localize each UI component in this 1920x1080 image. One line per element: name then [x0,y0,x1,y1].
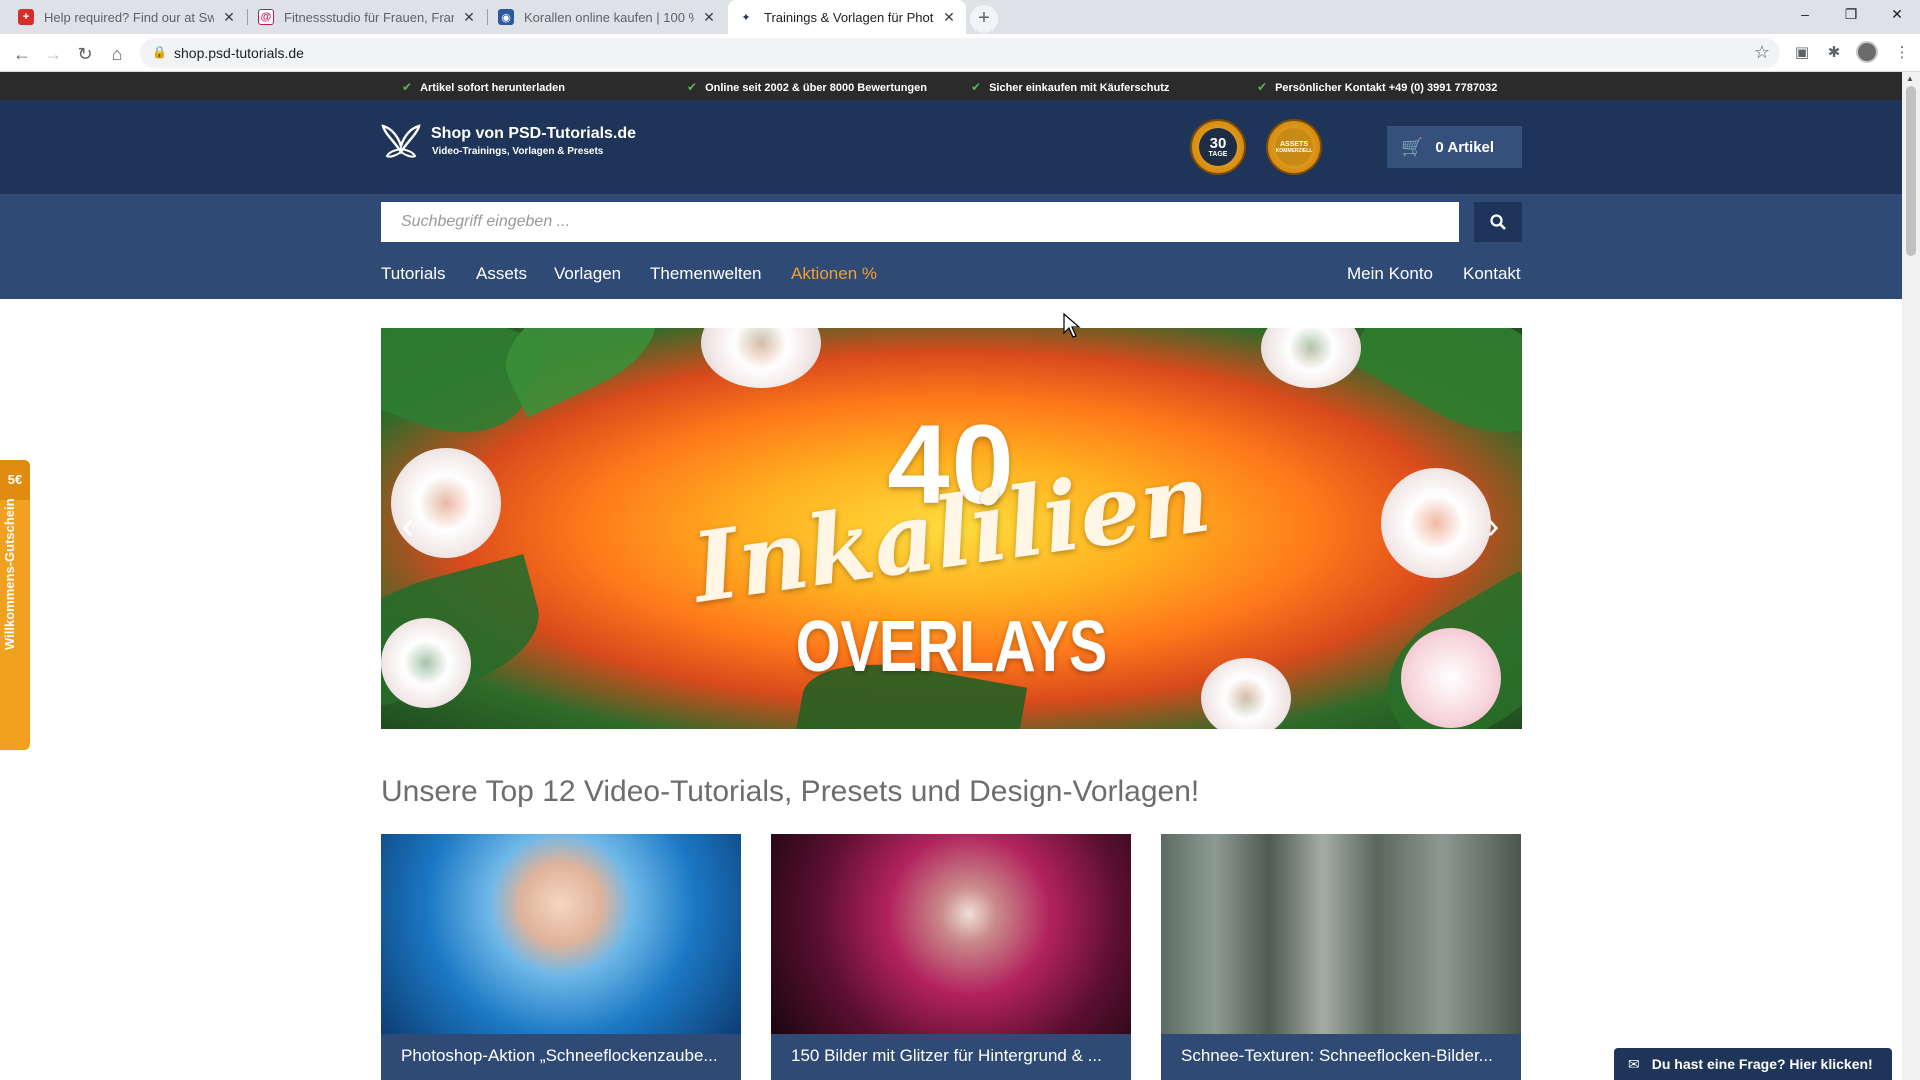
lock-icon: 🔒 [152,45,167,59]
page-scrollbar[interactable]: ▲ [1902,72,1920,1080]
hero-subtitle: OVERLAYS [795,607,1108,687]
lily-decoration [1261,328,1361,388]
fitness-favicon-icon: @ [258,9,274,25]
menu-dots-icon[interactable]: ⋮ [1891,42,1913,64]
url-text: shop.psd-tutorials.de [174,45,304,61]
cart-button[interactable]: 🛒 0 Artikel [1387,126,1522,168]
badge-text: TAGE [1208,151,1228,158]
product-caption[interactable]: Photoshop-Aktion „Schneeflockenzaube... [381,1034,741,1080]
slider-next-arrow-icon[interactable]: › [1478,506,1508,546]
product-caption[interactable]: 150 Bilder mit Glitzer für Hintergrund &… [771,1034,1131,1080]
butterfly-logo-icon[interactable] [381,122,421,160]
nav-tutorials[interactable]: Tutorials [381,264,446,284]
nav-kontakt[interactable]: Kontakt [1463,264,1521,284]
product-card[interactable]: 150 Bilder mit Glitzer für Hintergrund &… [771,834,1131,1080]
slider-prev-arrow-icon[interactable]: ‹ [393,506,423,546]
nav-themenwelten[interactable]: Themenwelten [650,264,762,284]
hero-slider[interactable]: 40 Inkalilien OVERLAYS ‹ › [381,328,1522,729]
browser-tab-4-active[interactable]: ✦ Trainings & Vorlagen für Photosh ✕ [728,0,966,34]
lily-decoration [1401,628,1501,728]
cart-icon: 🛒 [1401,136,1424,157]
scroll-up-arrow-icon[interactable]: ▲ [1906,74,1914,83]
product-card[interactable]: Photoshop-Aktion „Schneeflockenzaube... [381,834,741,1080]
usp-item: ✔ Persönlicher Kontakt +49 (0) 3991 77870… [1257,80,1497,94]
checkmark-icon: ✔ [402,80,413,94]
tab-title: Trainings & Vorlagen für Photosh [764,9,934,25]
profile-avatar[interactable] [1856,41,1878,63]
browser-toolbar: ← → ↻ ⌂ 🔒 shop.psd-tutorials.de ☆ ▣ ✱ ⋮ [0,34,1920,72]
cast-icon[interactable]: ▣ [1791,42,1813,64]
nav-vorlagen[interactable]: Vorlagen [554,264,621,284]
section-title: Unsere Top 12 Video-Tutorials, Presets u… [381,775,1200,808]
envelope-icon: ✉ [1628,1055,1640,1072]
badge-text: KOMMERZIELL [1275,147,1313,154]
browser-tab-1[interactable]: + Help required? Find our at Swatc ✕ [8,0,246,34]
close-window-icon[interactable]: ✕ [1874,0,1920,28]
welcome-voucher-tab[interactable]: 5€ Willkommens-Gutschein [0,460,30,750]
usp-bar: ✔ Artikel sofort herunterladen ✔ Online se… [0,72,1902,100]
close-tab-icon[interactable]: ✕ [942,9,956,26]
extensions-icon[interactable]: ✱ [1823,42,1845,64]
home-icon[interactable]: ⌂ [104,41,130,67]
minimize-window-icon[interactable]: – [1782,0,1828,28]
browser-tab-bar: + Help required? Find our at Swatc ✕ @ F… [0,0,1920,34]
browser-tab-3[interactable]: ◉ Korallen online kaufen | 100 % a ✕ [488,0,726,34]
badge-number: 30 [1209,135,1227,152]
browser-tab-2[interactable]: @ Fitnessstudio für Frauen, Frankfu ✕ [248,0,486,34]
coral-favicon-icon: ◉ [498,9,514,25]
product-card[interactable]: Schnee-Texturen: Schneeflocken-Bilder... [1161,834,1521,1080]
cart-label: 0 Artikel [1435,138,1495,156]
product-image[interactable] [1161,834,1521,1034]
chat-button[interactable]: ✉ Du hast eine Frage? Hier klicken! [1614,1048,1892,1080]
usp-text: Artikel sofort herunterladen [420,82,565,94]
usp-item: ✔ Online seit 2002 & über 8000 Bewertunge… [687,80,927,94]
usp-text: Sicher einkaufen mit Käuferschutz [989,82,1170,94]
nav-assets[interactable]: Assets [476,264,527,284]
tab-title: Fitnessstudio für Frauen, Frankfu [284,9,454,25]
search-input[interactable] [381,202,1459,242]
nav-mein-konto[interactable]: Mein Konto [1347,264,1433,284]
usp-text: Persönlicher Kontakt +49 (0) 3991 778703… [1275,82,1498,94]
reload-icon[interactable]: ↻ [72,41,98,67]
product-caption[interactable]: Schnee-Texturen: Schneeflocken-Bilder... [1161,1034,1521,1080]
site-header: Shop von PSD-Tutorials.de Video-Training… [0,100,1902,194]
main-navigation: Tutorials Assets Vorlagen Themenwelten A… [0,249,1902,299]
usp-item: ✔ Artikel sofort herunterladen [402,80,565,94]
checkmark-icon: ✔ [971,80,982,94]
guarantee-badge: 30 TAGE [1190,119,1246,175]
back-icon[interactable]: ← [9,41,35,67]
address-bar[interactable]: 🔒 shop.psd-tutorials.de ☆ [140,38,1780,68]
butterfly-favicon-icon: ✦ [738,9,754,25]
product-image[interactable] [381,834,741,1034]
checkmark-icon: ✔ [687,80,698,94]
nav-aktionen[interactable]: Aktionen % [791,264,877,284]
forward-icon[interactable]: → [40,41,66,67]
close-tab-icon[interactable]: ✕ [702,9,716,26]
new-tab-button[interactable]: + [970,5,998,33]
checkmark-icon: ✔ [1257,80,1268,94]
close-tab-icon[interactable]: ✕ [462,9,476,26]
tab-title: Help required? Find our at Swatc [44,9,214,25]
swatch-favicon-icon: + [18,9,34,25]
product-image[interactable] [771,834,1131,1034]
brand-tagline: Video-Trainings, Vorlagen & Presets [432,146,604,157]
page-viewport: ✔ Artikel sofort herunterladen ✔ Online se… [0,72,1902,1080]
mouse-cursor-icon [1063,313,1081,338]
close-tab-icon[interactable]: ✕ [222,9,236,26]
chat-label: Du hast eine Frage? Hier klicken! [1651,1056,1873,1072]
usp-item: ✔ Sicher einkaufen mit Käuferschutz [971,80,1169,94]
scrollbar-thumb[interactable] [1906,86,1916,256]
tab-title: Korallen online kaufen | 100 % a [524,9,694,25]
brand-name[interactable]: Shop von PSD-Tutorials.de [431,125,636,143]
lily-decoration [701,328,821,388]
search-icon [1490,214,1506,230]
search-button[interactable] [1474,202,1522,242]
usp-text: Online seit 2002 & über 8000 Bewertungen [705,82,927,94]
voucher-label: Willkommens-Gutschein [2,498,17,650]
search-bar [0,194,1902,249]
badge-text: ASSETS [1279,140,1308,148]
commercial-use-badge: ASSETS KOMMERZIELL [1266,119,1322,175]
bookmark-star-icon[interactable]: ☆ [1754,42,1770,63]
restore-window-icon[interactable]: ❐ [1828,0,1874,28]
